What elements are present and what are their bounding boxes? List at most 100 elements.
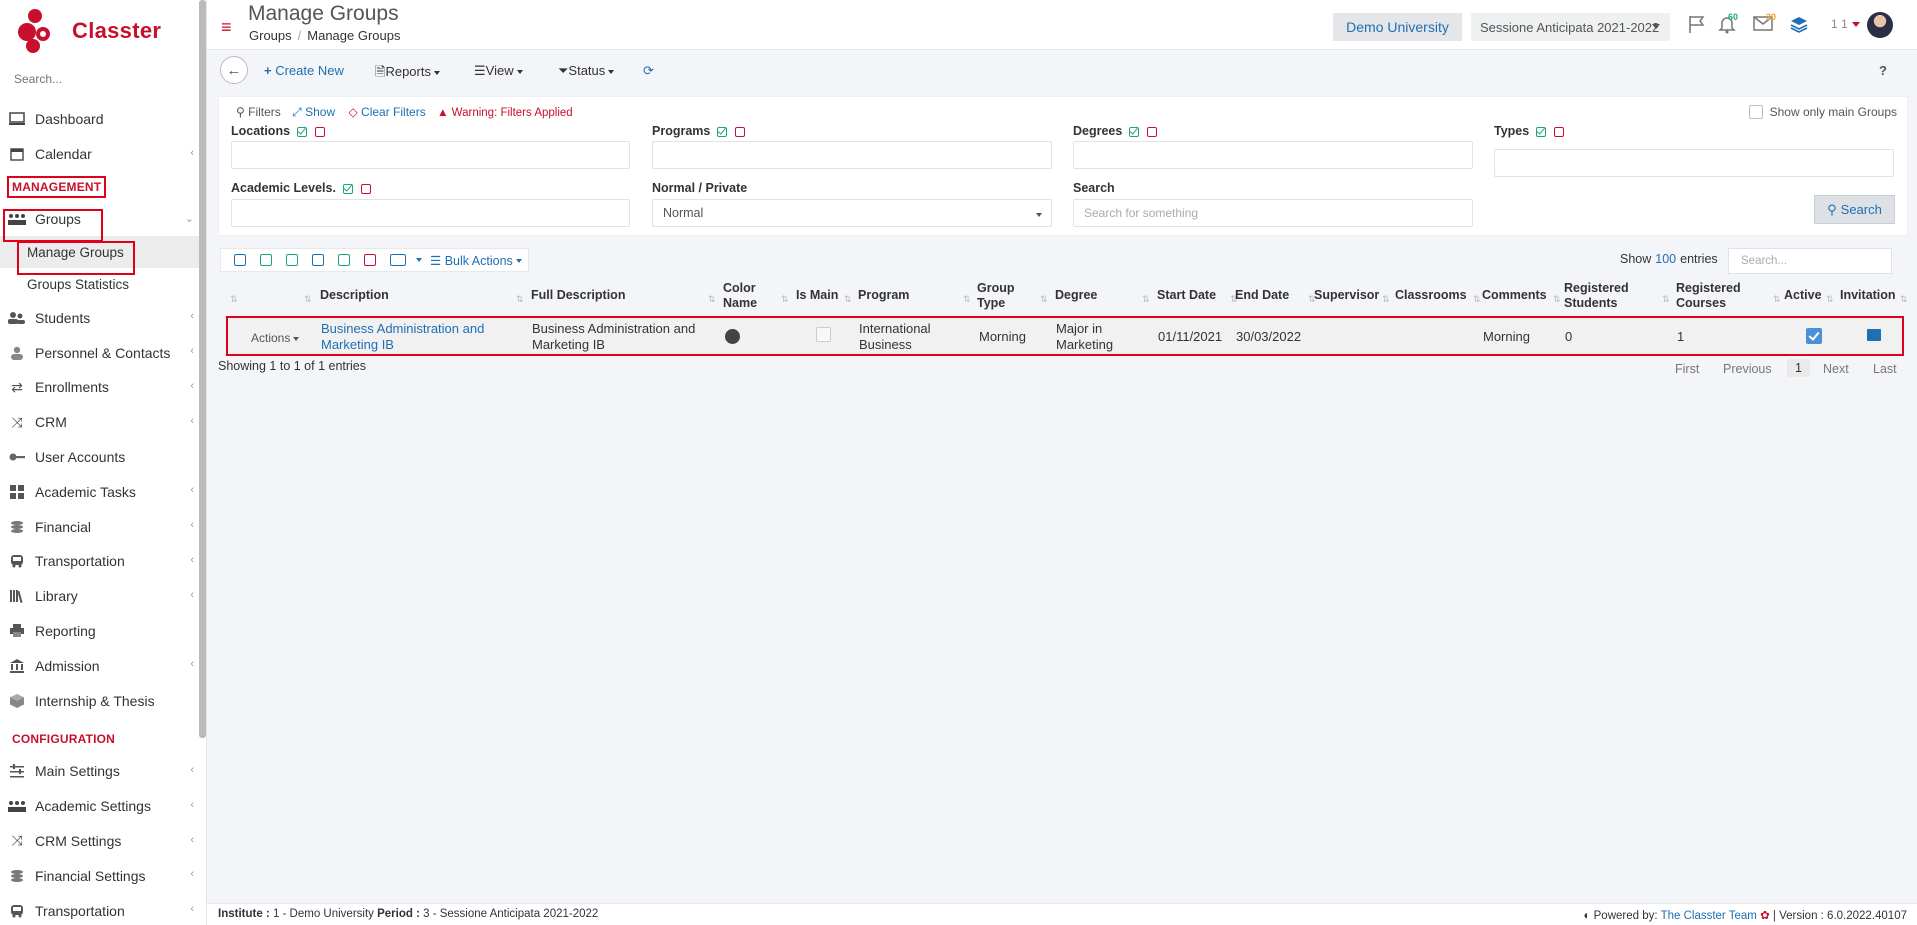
sidebar-item-calendar[interactable]: Calendar ‹ [0, 137, 206, 172]
deselect-all-icon[interactable] [1554, 126, 1565, 137]
pager-first[interactable]: First [1675, 362, 1699, 376]
pager-last[interactable]: Last [1873, 362, 1897, 376]
col-color-name[interactable]: Color Name [723, 281, 757, 311]
academic-levels-multiselect[interactable] [231, 199, 630, 227]
col-registered-students[interactable]: Registered Students [1564, 281, 1629, 311]
col-description[interactable]: Description [320, 288, 389, 303]
sort-icon[interactable]: ⇅ [1553, 294, 1561, 305]
hamburger-menu-icon[interactable]: ≡ [221, 17, 232, 38]
refresh-icon[interactable]: ⟳ [643, 63, 654, 79]
sidebar-item-admission[interactable]: Admission ‹ [0, 648, 206, 683]
sort-icon[interactable]: ⇅ [1382, 294, 1390, 305]
breadcrumb-item-groups[interactable]: Groups [249, 28, 292, 43]
filter-search-input[interactable]: Search for something [1073, 199, 1473, 227]
sidebar-item-students[interactable]: Students ‹ [0, 300, 206, 335]
sort-icon[interactable]: ⇅ [844, 294, 852, 305]
show-only-main-groups[interactable]: Show only main Groups [1748, 105, 1897, 119]
help-button[interactable]: ? [1879, 63, 1887, 78]
sort-icon[interactable]: ⇅ [304, 294, 312, 305]
deselect-all-icon[interactable] [364, 254, 376, 266]
pager-previous[interactable]: Previous [1723, 362, 1772, 376]
col-is-main[interactable]: Is Main [796, 288, 838, 303]
deselect-all-icon[interactable] [735, 126, 746, 137]
deselect-all-icon[interactable] [360, 183, 371, 194]
flag-icon[interactable] [1687, 14, 1707, 39]
sidebar-item-financial-settings[interactable]: Financial Settings ‹ [0, 858, 206, 893]
filter-search-button[interactable]: ⚲ Search [1814, 195, 1895, 224]
select-all-check-icon[interactable] [1536, 126, 1547, 137]
university-button[interactable]: Demo University [1333, 13, 1462, 41]
filters-show-link[interactable]: ⤢ Show [292, 105, 335, 119]
create-new-button[interactable]: + Create New [264, 63, 344, 78]
status-dropdown-button[interactable]: ⏷Status [558, 63, 615, 79]
select-all-check-icon[interactable] [717, 126, 728, 137]
footer-team-link[interactable]: The Classter Team [1661, 910, 1757, 922]
row-active-checkbox[interactable] [1806, 328, 1822, 344]
sort-icon[interactable]: ⇅ [1826, 294, 1834, 305]
sidebar-item-internship-thesis[interactable]: Internship & Thesis [0, 683, 206, 718]
bulk-actions-button[interactable]: ☰ Bulk Actions [430, 253, 522, 268]
col-comments[interactable]: Comments [1482, 288, 1547, 303]
sort-icon[interactable]: ⇅ [1773, 294, 1781, 305]
sort-icon[interactable]: ⇅ [1142, 294, 1150, 305]
types-multiselect[interactable] [1494, 149, 1894, 177]
reports-dropdown-button[interactable]: 🗎Reports [375, 63, 440, 85]
clear-filters-link[interactable]: ◇ Clear Filters [348, 105, 425, 119]
excel-icon[interactable] [260, 254, 272, 266]
sort-icon[interactable]: ⇅ [230, 294, 238, 305]
col-group-type[interactable]: Group Type [977, 281, 1015, 311]
col-supervisor[interactable]: Supervisor [1314, 288, 1379, 303]
sidebar-item-personnel-contacts[interactable]: Personnel & Contacts ‹ [0, 335, 206, 370]
sort-icon[interactable]: ⇅ [781, 294, 789, 305]
csv-icon[interactable] [286, 254, 298, 266]
sidebar-item-transportation[interactable]: Transportation ‹ [0, 544, 206, 579]
sidebar-search-input[interactable] [14, 68, 184, 90]
sort-icon[interactable]: ⇅ [708, 294, 716, 305]
col-end-date[interactable]: End Date [1235, 288, 1289, 303]
normal-private-select[interactable]: Normal [652, 199, 1052, 227]
sort-icon[interactable]: ⇅ [1473, 294, 1481, 305]
back-button[interactable]: ← [220, 56, 248, 84]
layers-icon[interactable] [1789, 14, 1809, 39]
brand[interactable]: Classter [0, 0, 206, 62]
col-degree[interactable]: Degree [1055, 288, 1097, 303]
select-all-icon[interactable] [338, 254, 350, 266]
columns-icon[interactable] [390, 254, 406, 266]
sidebar-item-transportation-settings[interactable]: Transportation ‹ [0, 893, 206, 925]
sort-icon[interactable]: ⇅ [1040, 294, 1048, 305]
col-active[interactable]: Active [1784, 288, 1822, 303]
row-actions-dropdown[interactable]: Actions [251, 330, 300, 346]
sidebar-item-crm[interactable]: ⤨ CRM ‹ [0, 405, 206, 440]
degrees-multiselect[interactable] [1073, 141, 1473, 169]
user-avatar[interactable] [1867, 12, 1893, 38]
session-select[interactable]: Sessione Anticipata 2021-2022 [1471, 13, 1670, 41]
col-registered-courses[interactable]: Registered Courses [1676, 281, 1741, 311]
locations-multiselect[interactable] [231, 141, 630, 169]
sidebar-item-user-accounts[interactable]: User Accounts [0, 440, 206, 475]
select-all-check-icon[interactable] [297, 126, 308, 137]
programs-multiselect[interactable] [652, 141, 1052, 169]
caret-down-icon[interactable] [416, 258, 422, 262]
select-all-check-icon[interactable] [342, 183, 353, 194]
sidebar-item-reporting[interactable]: Reporting [0, 614, 206, 649]
caret-down-icon[interactable] [1852, 22, 1860, 27]
pager-current[interactable]: 1 [1787, 359, 1810, 377]
deselect-all-icon[interactable] [315, 126, 326, 137]
sidebar-item-main-settings[interactable]: Main Settings ‹ [0, 754, 206, 789]
row-description-link[interactable]: Business Administration and Marketing IB [321, 321, 484, 353]
copy-icon[interactable] [312, 254, 324, 266]
pager-next[interactable]: Next [1823, 362, 1849, 376]
view-dropdown-button[interactable]: ☰View [474, 63, 523, 79]
sort-icon[interactable]: ⇅ [1662, 294, 1670, 305]
col-full-description[interactable]: Full Description [531, 288, 625, 303]
col-classrooms[interactable]: Classrooms [1395, 288, 1467, 303]
sidebar-item-crm-settings[interactable]: ⤨ CRM Settings ‹ [0, 824, 206, 859]
user-number[interactable]: 1 1 [1831, 17, 1848, 31]
deselect-all-icon[interactable] [1147, 126, 1158, 137]
table-search-input[interactable]: Search... [1728, 248, 1892, 274]
sidebar-item-financial[interactable]: Financial ‹ [0, 509, 206, 544]
col-start-date[interactable]: Start Date [1157, 288, 1216, 303]
sidebar-item-academic-tasks[interactable]: Academic Tasks ‹ [0, 474, 206, 509]
print-icon[interactable] [234, 254, 246, 266]
sidebar-item-academic-settings[interactable]: Academic Settings ‹ [0, 789, 206, 824]
